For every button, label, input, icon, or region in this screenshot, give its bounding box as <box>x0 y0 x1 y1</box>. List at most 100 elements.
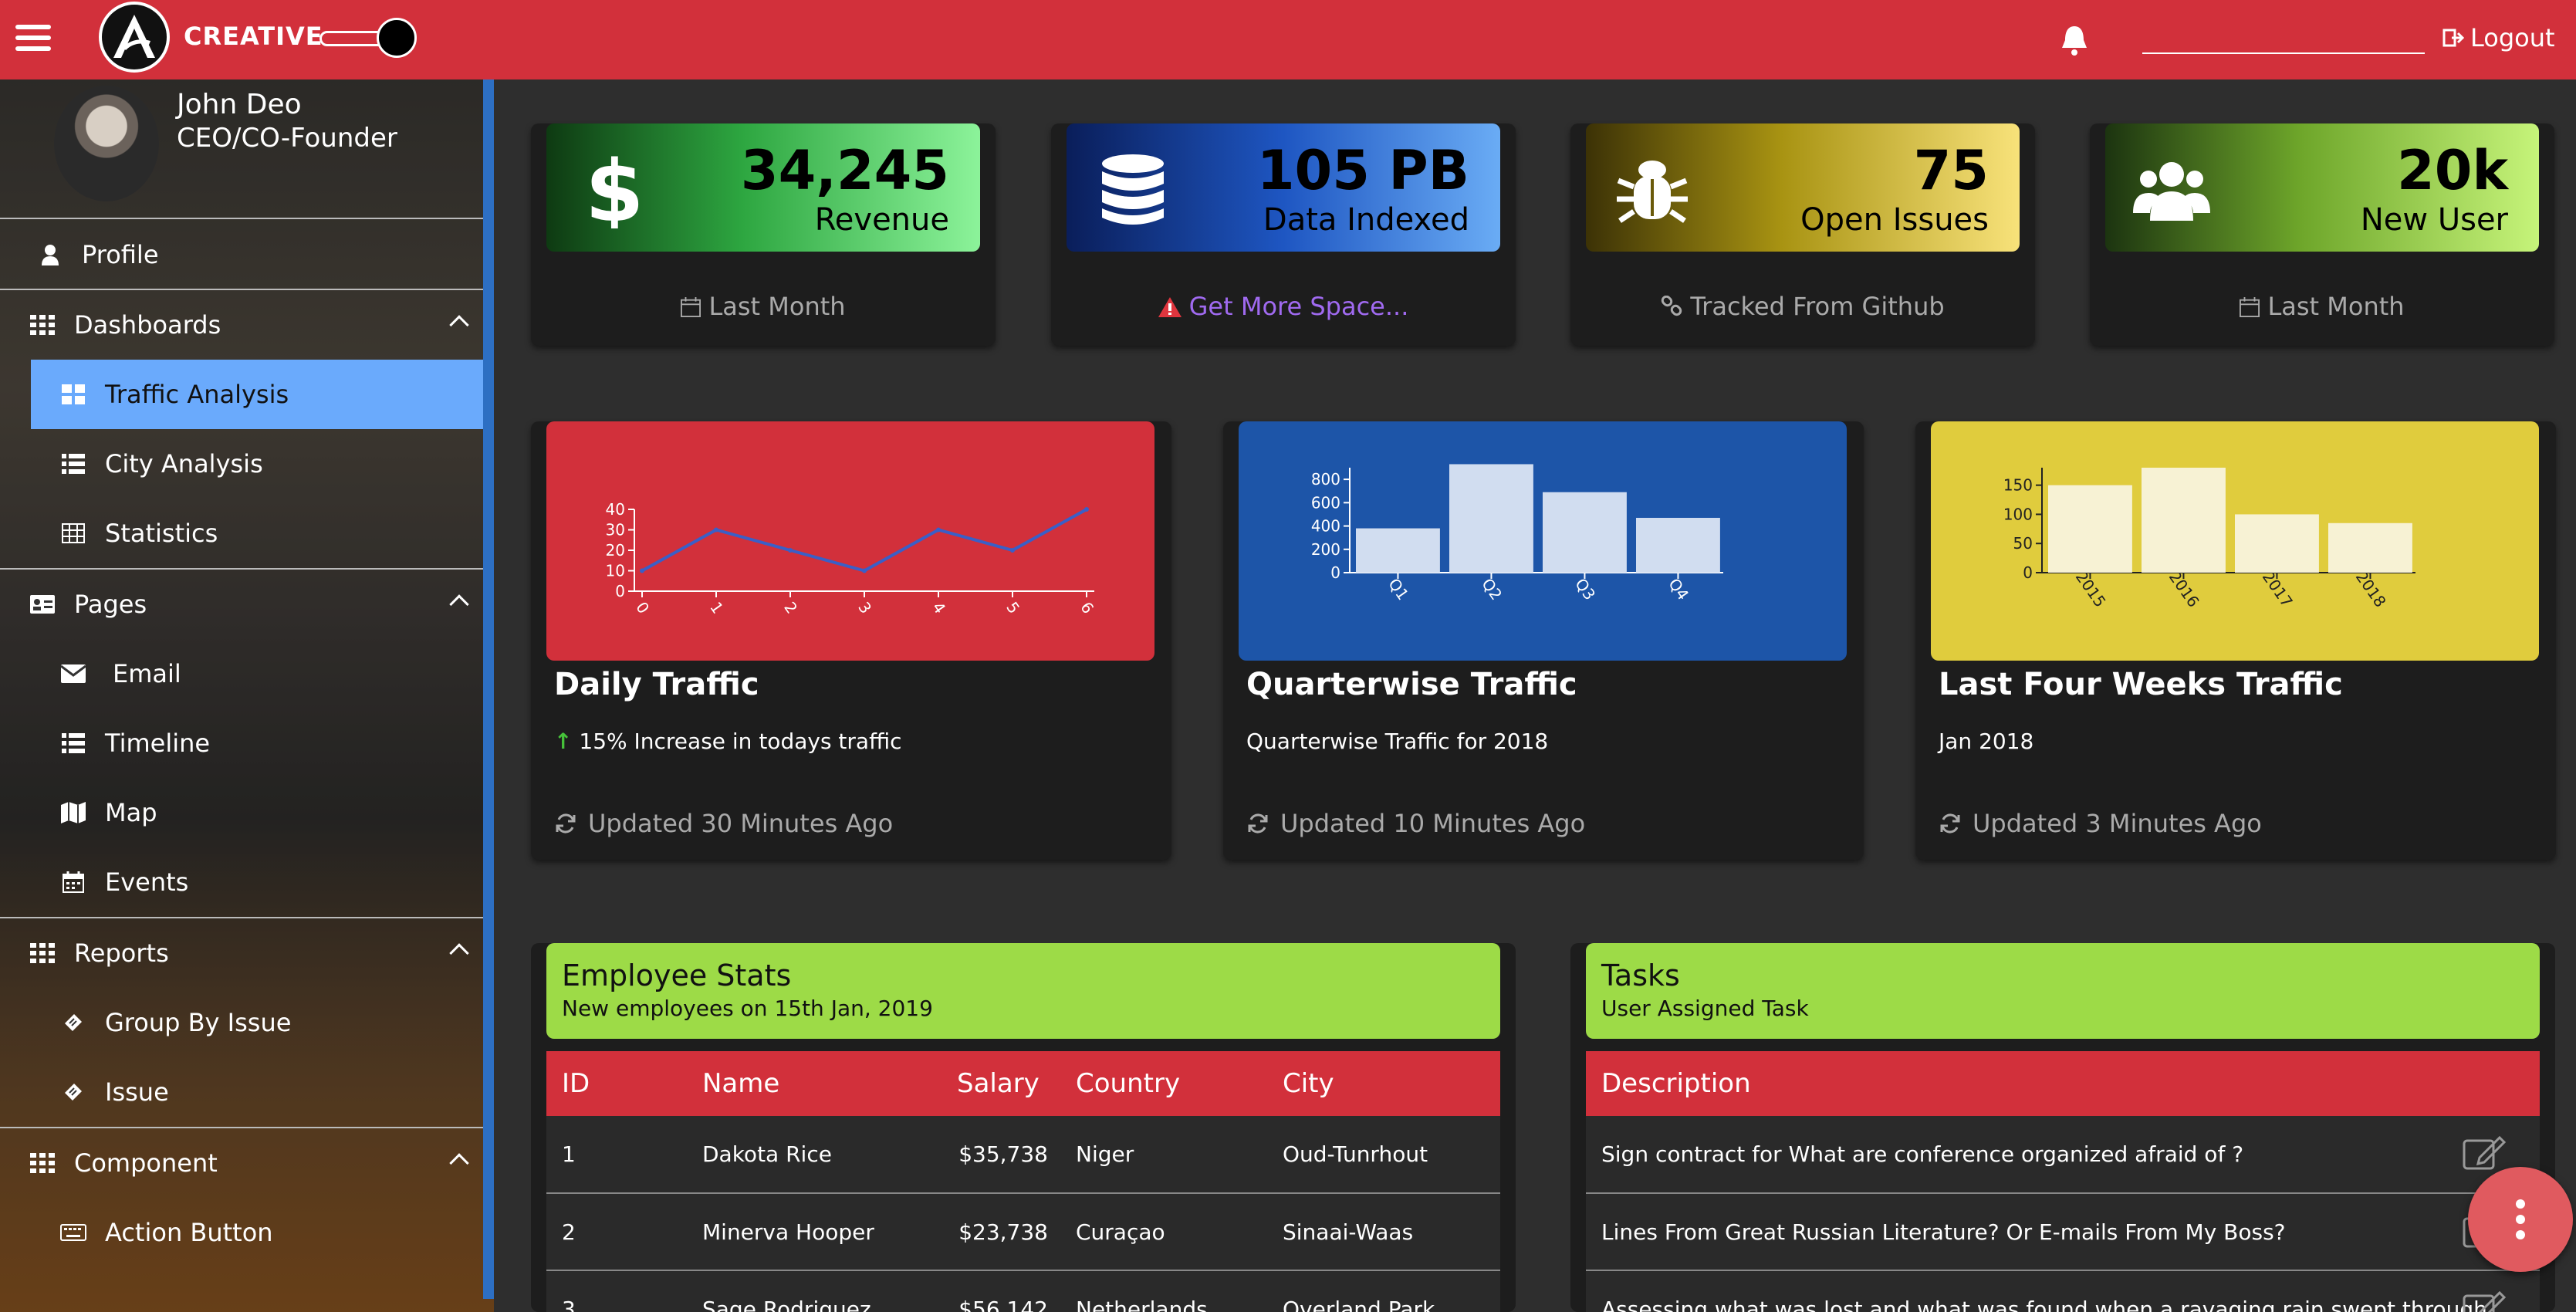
table-row[interactable]: 2 Minerva Hooper $23,738 Curaçao Sinaai-… <box>546 1193 1500 1271</box>
stat-card-open-issues: 75 Open Issues Tracked From Github <box>1570 123 2035 346</box>
y-tick-label: 600 <box>1311 493 1340 512</box>
refresh-icon <box>1248 813 1268 834</box>
stat-value: 105 PB <box>1256 139 1469 202</box>
more-actions-button[interactable] <box>2468 1167 2573 1272</box>
logout-label: Logout <box>2470 23 2555 52</box>
sidebar-item-city-analysis[interactable]: City Analysis <box>0 429 483 499</box>
sidebar-item-dashboards[interactable]: Dashboards <box>0 290 483 360</box>
stat-header: $ 34,245 Revenue <box>546 123 980 252</box>
sidebar-item-label: Timeline <box>105 729 211 758</box>
chevron-up-icon <box>449 943 469 963</box>
table-header-row: Description <box>1586 1051 2540 1116</box>
column-header[interactable]: ID <box>546 1051 687 1116</box>
sidebar-item-component[interactable]: Component <box>0 1128 483 1198</box>
chart-footer: Updated 10 Minutes Ago <box>1246 809 1585 838</box>
sidebar-item-reports[interactable]: Reports <box>0 918 483 988</box>
task-description: Assessing what was lost and what was fou… <box>1601 1296 2487 1312</box>
bell-icon[interactable] <box>2059 23 2090 57</box>
column-header[interactable]: Name <box>687 1051 941 1116</box>
edit-icon[interactable] <box>2463 1133 2506 1172</box>
chart-title: Quarterwise Traffic <box>1246 667 1577 702</box>
list-icon <box>60 732 86 755</box>
table-row[interactable]: 1 Dakota Rice $35,738 Niger Oud-Tunrhout <box>546 1116 1500 1194</box>
employee-table: ID Name Salary Country City 1 Dakota Ric… <box>546 1051 1500 1312</box>
sidebar-item-label: Pages <box>74 590 147 619</box>
table-row[interactable]: 3 Sage Rodriguez $56,142 Netherlands Ove… <box>546 1270 1500 1312</box>
sidebar-scrollbar[interactable] <box>483 79 494 1299</box>
column-header[interactable]: City <box>1267 1051 1500 1116</box>
user-icon <box>37 243 63 266</box>
x-tick-label: Q4 <box>1665 575 1692 604</box>
x-tick-label: Q1 <box>1384 575 1412 604</box>
top-bar: CREATIVE Logout <box>0 0 2576 79</box>
chart-card-quarterwise-traffic: 0 200 400 600 800 Q1 Q2 Q3 Q4 Quarterwise Traffi… <box>1223 421 1864 860</box>
menu-icon[interactable] <box>15 25 51 56</box>
sidebar-item-pages[interactable]: Pages <box>0 570 483 639</box>
table-row[interactable]: Sign contract for What are conference or… <box>1586 1116 2540 1194</box>
warning-icon <box>1158 297 1182 317</box>
logout-button[interactable]: Logout <box>2442 23 2555 52</box>
chart-footer: Updated 3 Minutes Ago <box>1939 809 2262 838</box>
sidebar-item-map[interactable]: Map <box>0 778 483 847</box>
table-row[interactable]: Lines From Great Russian Literature? Or … <box>1586 1193 2540 1271</box>
bar <box>2048 485 2132 573</box>
chart-title: Last Four Weeks Traffic <box>1939 667 2343 702</box>
table-row[interactable]: Assessing what was lost and what was fou… <box>1586 1270 2540 1312</box>
x-tick-label: 3 <box>854 598 875 617</box>
cell-country: Netherlands <box>1060 1270 1267 1312</box>
column-header[interactable]: Country <box>1060 1051 1267 1116</box>
search-input[interactable] <box>2142 52 2425 54</box>
data-point <box>788 548 793 553</box>
y-tick-label: 30 <box>606 521 625 539</box>
stat-footer: Last Month <box>2090 292 2554 321</box>
x-tick-label: 4 <box>928 598 949 617</box>
theme-toggle[interactable] <box>319 18 418 58</box>
data-point <box>640 568 644 573</box>
cell-country: Curaçao <box>1060 1193 1267 1271</box>
sidebar-nav: Profile Dashboards Traffic Analysis City… <box>0 221 483 1267</box>
sidebar-item-label: Reports <box>74 938 169 968</box>
more-vertical-icon <box>2516 1199 2525 1209</box>
sidebar: John Deo CEO/CO-Founder Profile Dashboar… <box>0 79 494 1312</box>
brand-logo[interactable] <box>99 2 170 73</box>
column-header: Description <box>1586 1051 2540 1116</box>
sidebar-item-label: Action Button <box>105 1218 273 1247</box>
edit-icon[interactable] <box>2463 1288 2506 1312</box>
stat-footer: Tracked From Github <box>1570 292 2035 321</box>
y-tick-label: 50 <box>2013 534 2033 553</box>
stat-card-data-indexed: 105 PB Data Indexed Get More Space... <box>1051 123 1516 346</box>
sidebar-item-email[interactable]: Email <box>0 639 483 708</box>
panel-subtitle: New employees on 15th Jan, 2019 <box>562 996 933 1021</box>
grid-icon <box>29 313 56 336</box>
panel-title: Employee Stats <box>562 959 792 992</box>
keyboard-icon <box>60 1221 86 1244</box>
sidebar-item-events[interactable]: Events <box>0 847 483 917</box>
sidebar-item-traffic-analysis[interactable]: Traffic Analysis <box>31 360 483 429</box>
x-tick-label: 2017 <box>2259 568 2297 610</box>
sidebar-item-action-button[interactable]: Action Button <box>0 1198 483 1267</box>
last-four-weeks-chart: 0 50 100 150 2015 2016 2017 2018 <box>1931 421 2539 661</box>
data-point <box>936 527 941 533</box>
calendar-icon <box>60 871 86 894</box>
stat-label: Open Issues <box>1800 202 1989 238</box>
task-description: Sign contract for What are conference or… <box>1601 1141 2244 1167</box>
sidebar-item-group-by-issue[interactable]: Group By Issue <box>0 988 483 1057</box>
column-header[interactable]: Salary <box>941 1051 1060 1116</box>
y-tick-label: 100 <box>2003 505 2033 523</box>
chevron-up-icon <box>449 1153 469 1173</box>
bar <box>2328 522 2412 573</box>
tasks-table: Description Sign contract for What are c… <box>1586 1051 2540 1312</box>
employee-stats-panel: Employee Stats New employees on 15th Jan… <box>531 943 1516 1312</box>
sidebar-item-timeline[interactable]: Timeline <box>0 708 483 778</box>
get-more-space-link[interactable]: Get More Space... <box>1051 292 1516 321</box>
sidebar-item-profile[interactable]: Profile <box>0 221 483 290</box>
chart-subtitle: Jan 2018 <box>1939 729 2034 754</box>
id-card-icon <box>29 593 56 616</box>
logout-icon <box>2442 29 2464 47</box>
x-tick-label: 2018 <box>2352 568 2390 610</box>
x-tick-label: 6 <box>1077 598 1097 617</box>
stat-label: Data Indexed <box>1263 202 1469 238</box>
sidebar-item-issue[interactable]: Issue <box>0 1057 483 1127</box>
daily-traffic-chart: 0 10 20 30 40 0 1 2 3 4 5 6 <box>546 421 1154 661</box>
sidebar-item-statistics[interactable]: Statistics <box>0 499 483 568</box>
